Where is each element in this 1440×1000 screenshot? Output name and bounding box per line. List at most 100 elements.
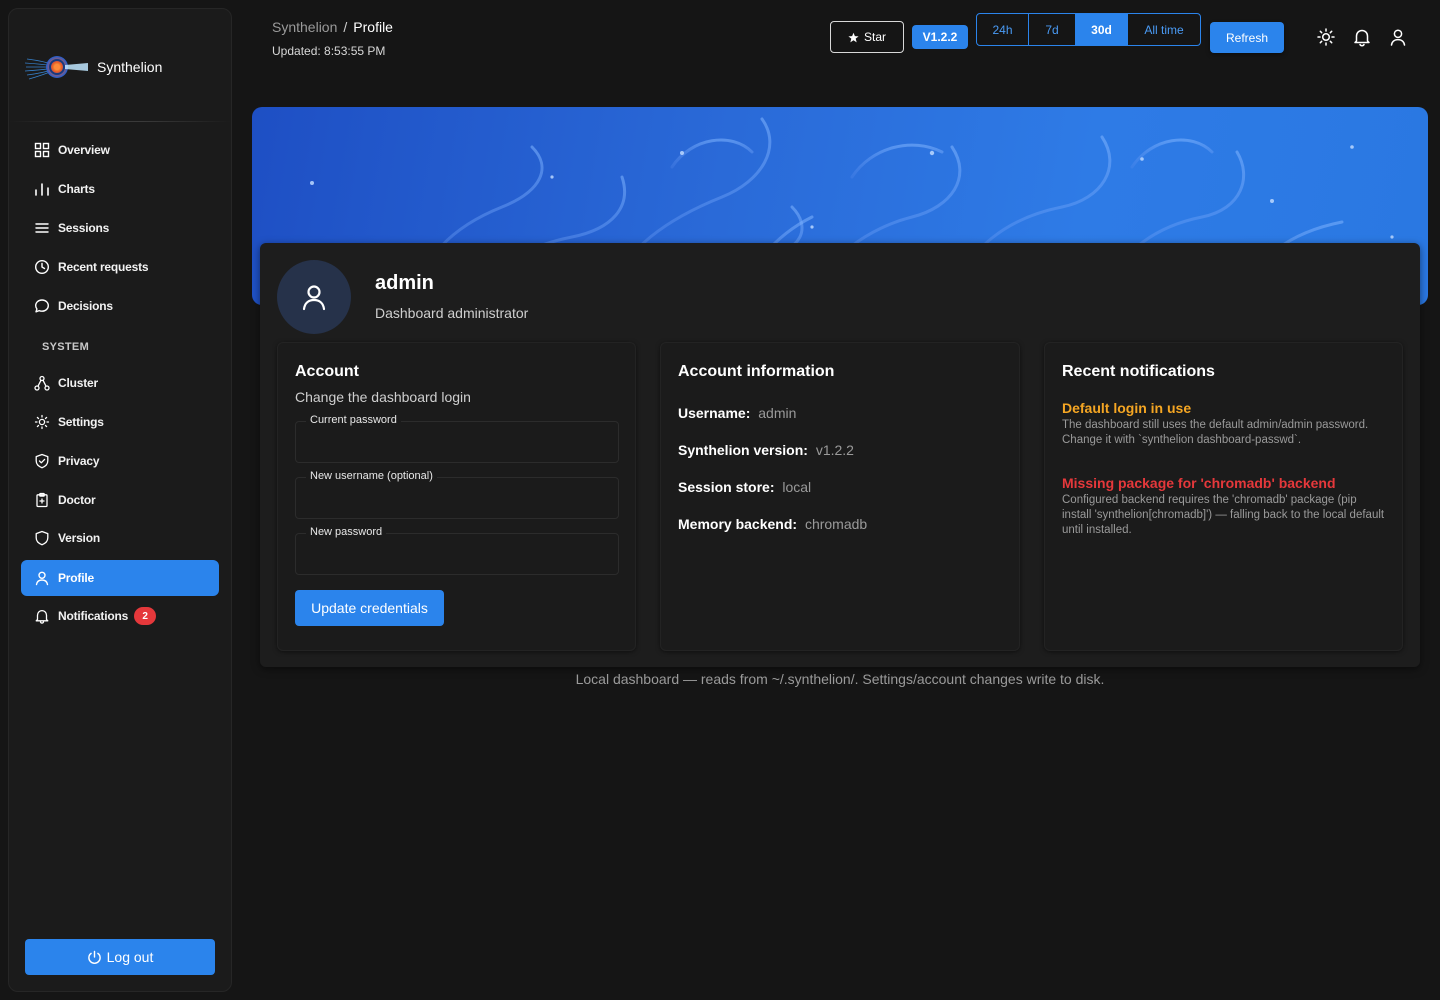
logo-icon: [25, 56, 88, 80]
sidebar-item-settings[interactable]: Settings: [21, 404, 219, 440]
new-password-input[interactable]: [296, 534, 618, 574]
sidebar-item-charts[interactable]: Charts: [21, 171, 219, 207]
shield-icon: [35, 530, 49, 546]
section-label-system: SYSTEM: [42, 341, 90, 353]
sidebar-item-label: Notifications: [58, 609, 129, 623]
account-subtitle: Change the dashboard login: [295, 389, 471, 405]
sidebar-item-recent-requests[interactable]: Recent requests: [21, 249, 219, 285]
range-7d-button[interactable]: 7d: [1029, 14, 1076, 45]
divider: [9, 121, 231, 122]
bar-chart-icon: [35, 183, 49, 196]
notification-count-badge: 2: [134, 607, 157, 625]
breadcrumb: Synthelion / Profile: [272, 19, 393, 35]
grid-icon: [34, 142, 50, 158]
notification-item: Missing package for 'chromadb' backend C…: [1062, 475, 1387, 538]
current-password-field: Current password: [295, 414, 619, 463]
account-panel: Account Change the dashboard login Curre…: [277, 342, 636, 651]
profile-username: admin: [375, 272, 434, 294]
info-value: chromadb: [804, 516, 868, 532]
sidebar-item-cluster[interactable]: Cluster: [21, 365, 219, 401]
sidebar-item-label: Settings: [58, 415, 104, 429]
sidebar-item-label: Charts: [58, 182, 95, 196]
shield-check-icon: [35, 453, 49, 469]
list-icon: [35, 223, 49, 233]
info-value: admin: [758, 405, 797, 421]
brand[interactable]: Synthelion: [25, 49, 162, 85]
range-24h-button[interactable]: 24h: [977, 14, 1029, 45]
sidebar-item-profile[interactable]: Profile: [21, 560, 219, 596]
sun-icon[interactable]: [1316, 27, 1336, 47]
account-info-title: Account information: [678, 363, 835, 380]
sidebar-item-doctor[interactable]: Doctor: [21, 482, 219, 518]
sidebar-item-decisions[interactable]: Decisions: [21, 288, 219, 324]
sidebar: Synthelion Overview Charts Sessions Rece…: [8, 8, 232, 992]
current-password-input[interactable]: [296, 422, 618, 462]
sidebar-item-privacy[interactable]: Privacy: [21, 443, 219, 479]
notification-body: Configured backend requires the 'chromad…: [1062, 494, 1385, 536]
sidebar-item-notifications[interactable]: Notifications 2: [21, 598, 219, 634]
breadcrumb-current: Profile: [353, 19, 393, 35]
profile-card: admin Dashboard administrator Account Ch…: [260, 243, 1420, 667]
user-icon: [35, 571, 49, 586]
breadcrumb-root[interactable]: Synthelion: [272, 19, 337, 35]
info-value: local: [782, 479, 812, 495]
user-icon: [302, 285, 326, 311]
footer-note: Local dashboard — reads from ~/.syntheli…: [575, 671, 1105, 687]
account-title: Account: [295, 363, 359, 380]
notification-item: Default login in use The dashboard still…: [1062, 400, 1387, 448]
info-key: Username:: [678, 405, 751, 421]
star-button[interactable]: Star: [830, 21, 904, 53]
current-password-label: Current password: [306, 414, 401, 426]
info-row-session-store: Session store: local: [678, 479, 811, 495]
sidebar-item-label: Cluster: [58, 376, 98, 390]
sidebar-item-label: Doctor: [58, 493, 96, 507]
refresh-button[interactable]: Refresh: [1210, 22, 1284, 53]
sidebar-item-label: Recent requests: [58, 260, 149, 274]
user-icon[interactable]: [1388, 27, 1408, 47]
sidebar-item-label: Sessions: [58, 221, 110, 235]
notification-title: Default login in use: [1062, 400, 1192, 416]
avatar: [277, 260, 351, 334]
gear-icon: [34, 414, 50, 430]
range-all-time-button[interactable]: All time: [1128, 14, 1200, 45]
info-key: Memory backend:: [678, 516, 798, 532]
power-icon: [87, 950, 101, 964]
info-value: v1.2.2: [815, 442, 854, 458]
sidebar-item-overview[interactable]: Overview: [21, 132, 219, 168]
sidebar-item-label: Version: [58, 531, 100, 545]
cluster-icon: [34, 375, 50, 391]
sidebar-item-label: Overview: [58, 143, 110, 157]
notifications-title: Recent notifications: [1062, 363, 1215, 380]
info-row-version: Synthelion version: v1.2.2: [678, 442, 854, 458]
time-range-selector: 24h 7d 30d All time: [976, 13, 1201, 46]
clipboard-icon: [36, 492, 48, 508]
logout-button[interactable]: Log out: [25, 939, 215, 975]
new-username-input[interactable]: [296, 478, 618, 518]
profile-role: Dashboard administrator: [375, 305, 529, 321]
notification-body: The dashboard still uses the default adm…: [1062, 419, 1369, 446]
sidebar-item-sessions[interactable]: Sessions: [21, 210, 219, 246]
info-key: Session store:: [678, 479, 775, 495]
range-30d-button[interactable]: 30d: [1076, 14, 1128, 45]
brand-name: Synthelion: [97, 59, 163, 75]
star-label: Star: [863, 30, 886, 44]
star-icon: [848, 32, 859, 42]
sidebar-item-version[interactable]: Version: [21, 520, 219, 556]
info-row-username: Username: admin: [678, 405, 796, 421]
new-password-field: New password: [295, 526, 619, 575]
version-chip: V1.2.2: [912, 25, 968, 49]
notifications-panel: Recent notifications Default login in us…: [1044, 342, 1403, 651]
logout-label: Log out: [106, 949, 154, 965]
notification-title: Missing package for 'chromadb' backend: [1062, 475, 1336, 491]
sidebar-item-label: Profile: [58, 571, 94, 585]
clock-icon: [34, 259, 50, 275]
sidebar-item-label: Decisions: [58, 299, 113, 313]
bell-icon[interactable]: [1352, 27, 1372, 47]
breadcrumb-separator: /: [343, 19, 348, 35]
update-credentials-button[interactable]: Update credentials: [295, 590, 444, 626]
info-row-memory-backend: Memory backend: chromadb: [678, 516, 867, 532]
info-key: Synthelion version:: [678, 442, 808, 458]
last-updated: Updated: 8:53:55 PM: [272, 44, 386, 58]
new-username-label: New username (optional): [306, 470, 437, 482]
sidebar-item-label: Privacy: [58, 454, 100, 468]
